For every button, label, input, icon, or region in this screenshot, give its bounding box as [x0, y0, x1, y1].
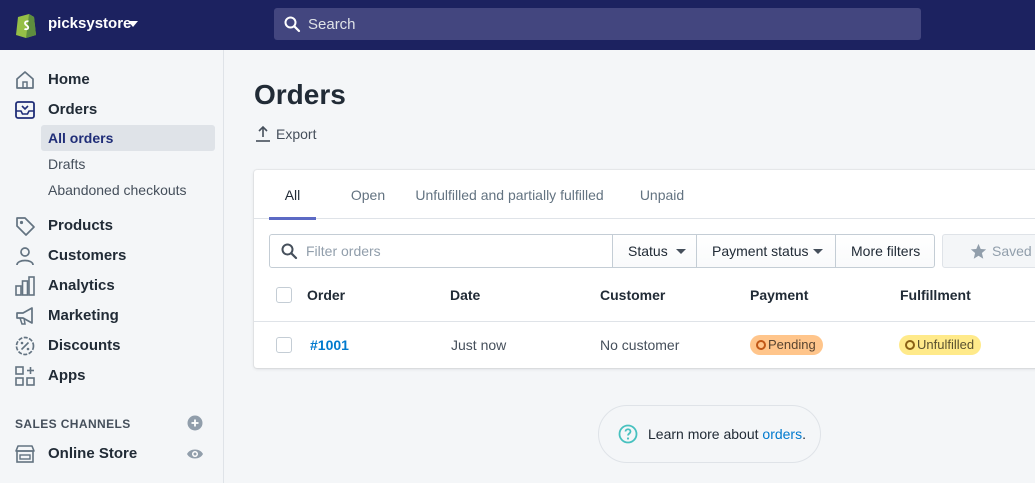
fulfillment-status-text: Unfulfilled — [917, 337, 975, 352]
discount-icon — [15, 336, 35, 356]
payment-status-badge: Pending — [750, 335, 823, 355]
select-all-checkbox[interactable] — [276, 287, 292, 303]
sidebar-item-customers[interactable]: Customers — [0, 241, 224, 271]
filter-orders-field[interactable] — [269, 234, 613, 268]
sales-channels-title: SALES CHANNELS — [15, 417, 131, 431]
tab-all[interactable]: All — [269, 170, 316, 220]
sidebar-item-marketing[interactable]: Marketing — [0, 301, 224, 331]
help-icon — [618, 424, 638, 444]
column-header-date[interactable]: Date — [450, 287, 480, 303]
store-icon — [15, 445, 35, 463]
learn-more-orders-link[interactable]: orders — [762, 426, 802, 442]
sidebar-item-label: Apps — [48, 367, 86, 384]
sidebar-subitem-label: Drafts — [48, 156, 86, 172]
sidebar-subitem-label: All orders — [48, 130, 114, 146]
filter-orders-input[interactable] — [306, 235, 606, 267]
unfulfilled-dot-icon — [905, 340, 915, 350]
column-header-fulfillment[interactable]: Fulfillment — [900, 287, 971, 303]
status-filter-label: Status — [628, 243, 668, 259]
shopify-logo-icon[interactable] — [14, 11, 38, 38]
sidebar-item-label: Online Store — [48, 445, 138, 462]
more-filters-label: More filters — [851, 243, 921, 259]
order-tabs: All Open Unfulfilled and partially fulfi… — [254, 170, 1035, 220]
pending-dot-icon — [756, 340, 766, 350]
saved-label: Saved — [992, 243, 1032, 259]
column-header-payment[interactable]: Payment — [750, 287, 808, 303]
row-checkbox[interactable] — [276, 337, 292, 353]
top-bar: picksystore — [0, 0, 1035, 50]
caret-down-icon[interactable] — [128, 21, 138, 27]
sidebar-item-label: Customers — [48, 247, 127, 264]
payment-status-filter-button[interactable]: Payment status — [696, 234, 836, 268]
tab-label: Open — [350, 187, 386, 203]
tab-open[interactable]: Open — [338, 170, 398, 219]
learn-more-box: Learn more about orders. — [598, 405, 821, 463]
tab-unfulfilled[interactable]: Unfulfilled and partially fulfilled — [414, 170, 605, 219]
tab-unpaid[interactable]: Unpaid — [630, 170, 694, 219]
learn-more-suffix: . — [802, 426, 806, 442]
status-filter-button[interactable]: Status — [612, 234, 697, 268]
bar-chart-icon — [15, 276, 35, 296]
sidebar-item-analytics[interactable]: Analytics — [0, 271, 224, 301]
fulfillment-status-badge: Unfulfilled — [899, 335, 982, 355]
order-date: Just now — [451, 337, 507, 353]
sidebar-subitem-drafts[interactable]: Drafts — [41, 151, 215, 177]
sidebar-item-products[interactable]: Products — [0, 211, 224, 241]
sidebar-item-orders[interactable]: Orders — [0, 95, 224, 125]
tab-label: Unfulfilled and partially fulfilled — [415, 187, 604, 203]
sidebar-item-label: Marketing — [48, 307, 119, 324]
home-icon — [16, 71, 34, 89]
person-icon — [16, 247, 34, 266]
sidebar-item-label: Orders — [48, 101, 98, 118]
row-divider — [254, 321, 1035, 322]
search-input[interactable] — [308, 8, 908, 40]
caret-down-icon — [676, 249, 686, 254]
tab-label: Unpaid — [639, 187, 685, 203]
apps-icon — [15, 366, 35, 386]
eye-icon[interactable] — [186, 447, 204, 461]
column-header-customer[interactable]: Customer — [600, 287, 665, 303]
global-search[interactable] — [274, 8, 921, 40]
add-circle-icon[interactable] — [187, 415, 203, 431]
saved-button[interactable]: Saved — [942, 234, 1035, 268]
sidebar-subitem-abandoned-checkouts[interactable]: Abandoned checkouts — [41, 177, 215, 203]
sidebar-item-label: Analytics — [48, 277, 115, 294]
payment-status-text: Pending — [768, 337, 816, 352]
megaphone-icon — [16, 307, 33, 325]
tag-icon — [16, 217, 35, 236]
sidebar-item-discounts[interactable]: Discounts — [0, 331, 224, 361]
page-title: Orders — [254, 79, 346, 110]
sidebar-subitem-label: Abandoned checkouts — [48, 182, 187, 198]
export-icon — [256, 125, 270, 142]
payment-status-filter-label: Payment status — [712, 243, 809, 259]
sidebar-subitem-all-orders[interactable]: All orders — [41, 125, 215, 151]
export-label: Export — [276, 126, 317, 142]
store-name[interactable]: picksystore — [48, 15, 131, 32]
search-icon — [284, 16, 301, 33]
more-filters-button[interactable]: More filters — [835, 234, 935, 268]
tab-label: All — [284, 187, 301, 203]
order-customer: No customer — [600, 337, 680, 353]
sidebar: Home Orders All orders Drafts Abandoned … — [0, 50, 224, 483]
learn-more-prefix: Learn more about — [648, 426, 763, 442]
column-header-order[interactable]: Order — [307, 287, 345, 303]
star-icon — [970, 243, 987, 259]
orders-icon — [15, 101, 35, 119]
sidebar-item-label: Discounts — [48, 337, 121, 354]
sidebar-item-home[interactable]: Home — [0, 65, 224, 95]
export-button[interactable]: Export — [254, 124, 324, 146]
sidebar-item-apps[interactable]: Apps — [0, 361, 224, 391]
caret-down-icon — [813, 249, 823, 254]
orders-card: All Open Unfulfilled and partially fulfi… — [254, 170, 1035, 368]
search-icon — [281, 243, 298, 260]
sidebar-item-label: Home — [48, 71, 90, 88]
learn-more-text: Learn more about orders. — [648, 426, 806, 442]
order-number-link[interactable]: #1001 — [310, 337, 349, 353]
sidebar-item-label: Products — [48, 217, 114, 234]
